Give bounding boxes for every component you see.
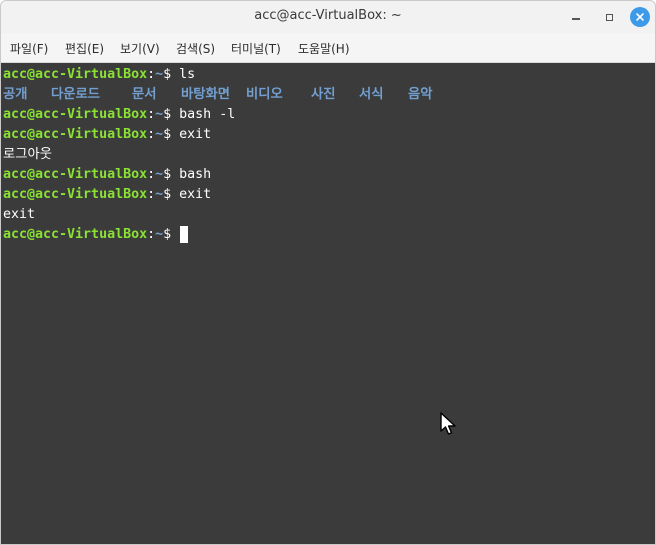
menu-search[interactable]: 검색(S) bbox=[176, 40, 215, 57]
prompt-user: acc@acc-VirtualBox bbox=[3, 187, 148, 202]
prompt-path: ~ bbox=[155, 67, 164, 82]
prompt-user: acc@acc-VirtualBox bbox=[3, 167, 148, 182]
menu-terminal[interactable]: 터미널(T) bbox=[231, 40, 281, 57]
menu-edit[interactable]: 편집(E) bbox=[65, 40, 104, 57]
directory-entry: 공개 bbox=[3, 87, 28, 102]
directory-entry: 바탕화면 bbox=[181, 87, 230, 102]
prompt-user: acc@acc-VirtualBox bbox=[3, 107, 148, 122]
prompt-path: ~ bbox=[155, 127, 164, 142]
prompt-line: acc@acc-VirtualBox:~$ exit bbox=[3, 125, 211, 145]
prompt-path: ~ bbox=[155, 167, 164, 182]
prompt-user: acc@acc-VirtualBox bbox=[3, 67, 148, 82]
prompt-path: ~ bbox=[155, 187, 164, 202]
prompt-separator: : bbox=[147, 67, 156, 82]
terminal-window: acc@acc-VirtualBox: ~ 파일(F) 편집(E) 보기(V) … bbox=[0, 0, 656, 545]
close-icon bbox=[636, 13, 644, 21]
prompt-symbol: $ bbox=[163, 227, 172, 242]
directory-entry: 다운로드 bbox=[51, 87, 100, 102]
prompt-line: acc@acc-VirtualBox:~$ bash -l bbox=[3, 105, 235, 125]
menu-file[interactable]: 파일(F) bbox=[10, 40, 48, 57]
prompt-separator: : bbox=[147, 107, 156, 122]
prompt-path: ~ bbox=[155, 107, 164, 122]
output-line: exit bbox=[3, 207, 36, 222]
output-line: 로그아웃 bbox=[3, 147, 52, 162]
prompt-symbol: $ bbox=[163, 107, 172, 122]
prompt-line: acc@acc-VirtualBox:~$ bash bbox=[3, 165, 211, 185]
command-text: ls bbox=[171, 67, 196, 82]
prompt-symbol: $ bbox=[163, 127, 172, 142]
command-text bbox=[171, 227, 179, 242]
directory-entry: 사진 bbox=[311, 87, 336, 102]
directory-entry: 비디오 bbox=[246, 87, 283, 102]
prompt-symbol: $ bbox=[163, 167, 172, 182]
menu-help[interactable]: 도움말(H) bbox=[298, 40, 350, 57]
prompt-path: ~ bbox=[155, 227, 164, 242]
menu-bar: 파일(F) 편집(E) 보기(V) 검색(S) 터미널(T) 도움말(H) bbox=[1, 33, 655, 63]
directory-entry: 음악 bbox=[408, 87, 433, 102]
command-text: exit bbox=[171, 127, 212, 142]
prompt-separator: : bbox=[147, 127, 156, 142]
prompt-symbol: $ bbox=[163, 67, 172, 82]
prompt-line-active: acc@acc-VirtualBox:~$ bbox=[3, 225, 189, 245]
prompt-line: acc@acc-VirtualBox:~$ exit bbox=[3, 185, 211, 205]
terminal-output[interactable]: acc@acc-VirtualBox:~$ ls 공개 다운로드 문서 바탕화면 비디오 사… bbox=[1, 63, 643, 544]
title-bar[interactable]: acc@acc-VirtualBox: ~ bbox=[1, 1, 655, 33]
prompt-separator: : bbox=[147, 187, 156, 202]
directory-entry: 서식 bbox=[359, 87, 384, 102]
close-button[interactable] bbox=[630, 7, 650, 27]
prompt-user: acc@acc-VirtualBox bbox=[3, 127, 148, 142]
maximize-button[interactable] bbox=[599, 7, 619, 27]
mouse-pointer-icon bbox=[440, 412, 456, 435]
command-text: exit bbox=[171, 187, 212, 202]
prompt-separator: : bbox=[147, 167, 156, 182]
directory-listing: 공개 다운로드 문서 바탕화면 비디오 사진 서식 음악 bbox=[3, 85, 603, 105]
minimize-button[interactable] bbox=[566, 7, 586, 27]
command-text: bash bbox=[171, 167, 212, 182]
menu-view[interactable]: 보기(V) bbox=[120, 40, 160, 57]
terminal-scrollbar[interactable] bbox=[643, 63, 655, 544]
prompt-separator: : bbox=[147, 227, 156, 242]
directory-entry: 문서 bbox=[132, 87, 157, 102]
prompt-user: acc@acc-VirtualBox bbox=[3, 227, 148, 242]
command-text: bash -l bbox=[171, 107, 236, 122]
maximize-icon bbox=[605, 13, 613, 21]
window-title: acc@acc-VirtualBox: ~ bbox=[254, 8, 402, 23]
minimize-icon bbox=[572, 18, 580, 20]
prompt-line: acc@acc-VirtualBox:~$ ls bbox=[3, 65, 195, 85]
text-cursor bbox=[180, 225, 189, 243]
prompt-symbol: $ bbox=[163, 187, 172, 202]
